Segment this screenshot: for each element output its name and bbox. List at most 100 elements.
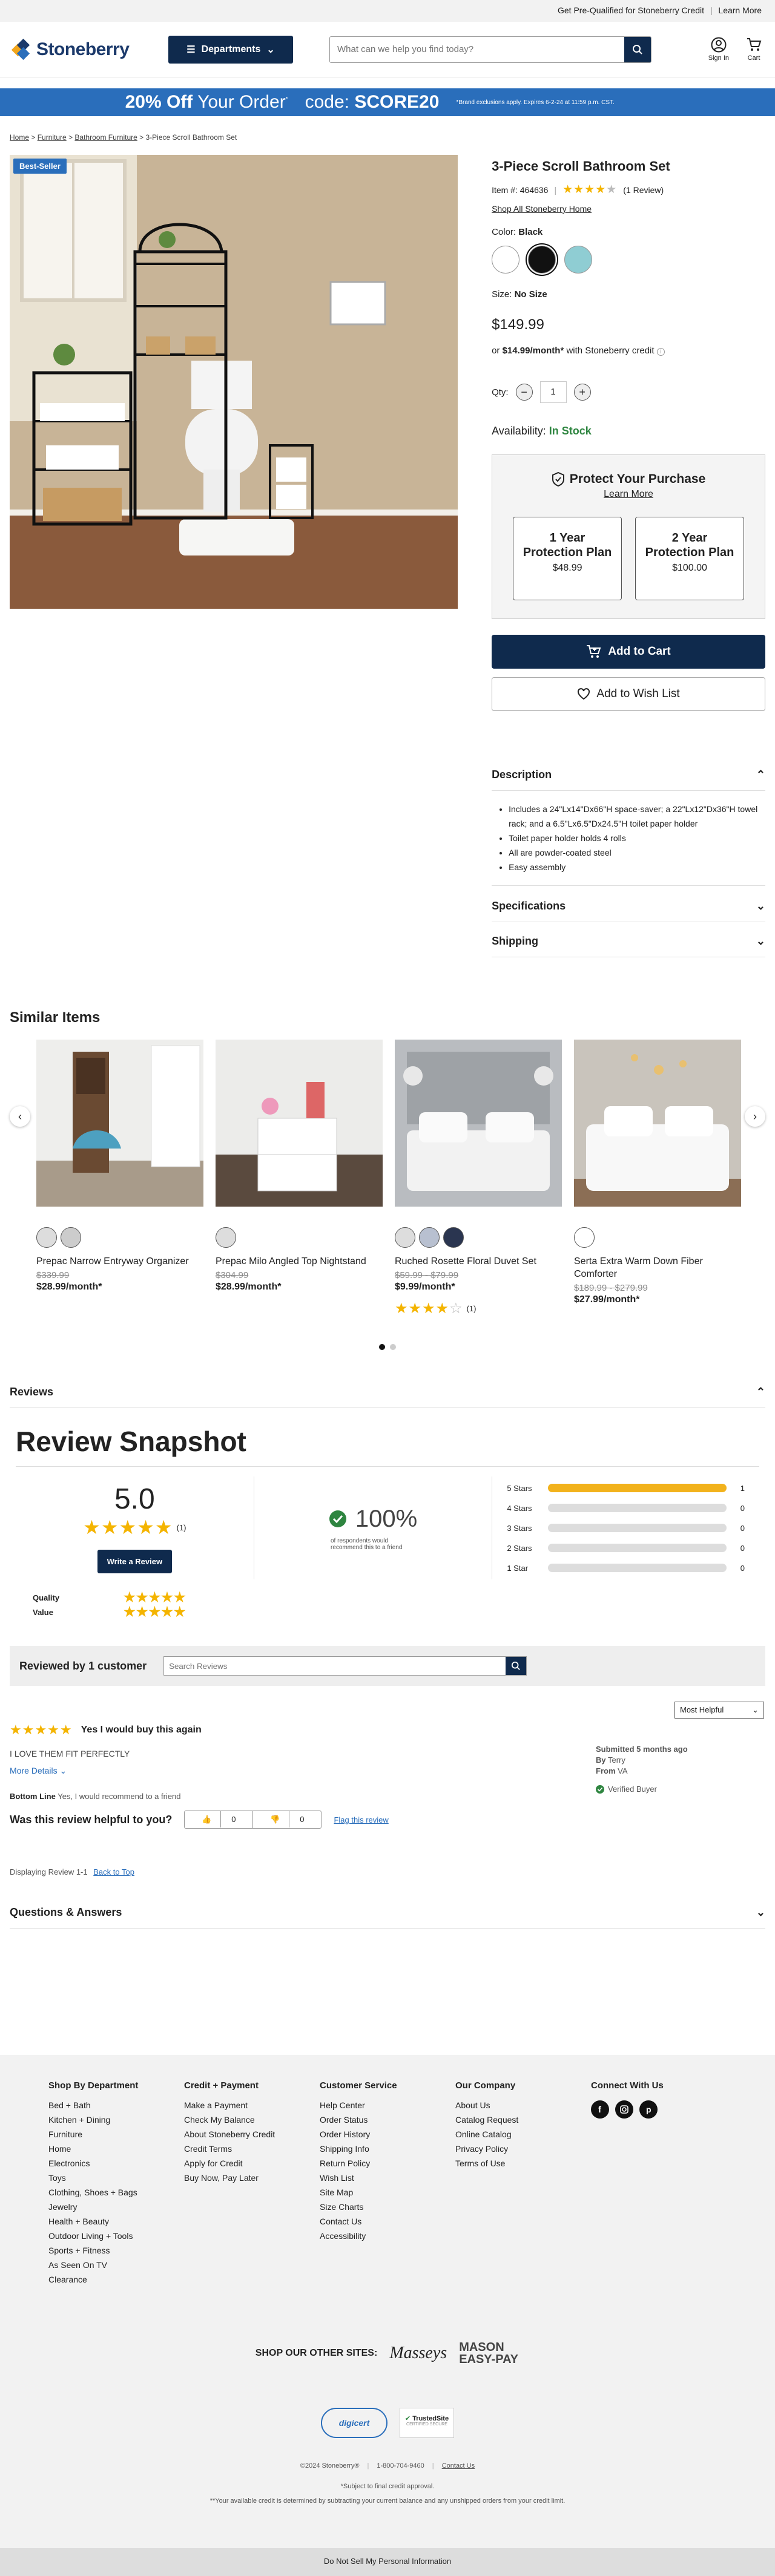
rating-row-5[interactable]: 5 Stars 1 — [507, 1478, 745, 1498]
breadcrumb-home[interactable]: Home — [10, 133, 29, 142]
footer-link[interactable]: Privacy Policy — [455, 2144, 591, 2154]
footer-link[interactable]: Buy Now, Pay Later — [184, 2173, 320, 2183]
rating-row-4[interactable]: 4 Stars 0 — [507, 1498, 745, 1518]
footer-link[interactable]: About Us — [455, 2100, 591, 2110]
footer-link[interactable]: Return Policy — [320, 2158, 455, 2168]
product-card-name[interactable]: Prepac Narrow Entryway Organizer — [36, 1255, 203, 1268]
logo[interactable]: Stoneberry — [11, 38, 159, 60]
signin-button[interactable]: Sign In — [708, 37, 729, 62]
add-to-cart-button[interactable]: Add to Cart — [492, 635, 765, 669]
swatch-white[interactable] — [492, 246, 520, 274]
qty-input[interactable]: 1 — [539, 381, 567, 403]
product-rating-stars[interactable]: ★★★★★ — [562, 183, 617, 197]
product-card[interactable]: Prepac Milo Angled Top Nightstand $304.9… — [216, 1040, 383, 1317]
footer-link[interactable]: Contact Us — [320, 2217, 455, 2226]
footer-link[interactable]: Accessibility — [320, 2231, 455, 2241]
thumbs-up-button[interactable]: 👍 0 — [185, 1811, 254, 1828]
shipping-toggle[interactable]: Shipping ⌄ — [492, 926, 765, 957]
footer-link[interactable]: Outdoor Living + Tools — [48, 2231, 184, 2241]
review-count-link[interactable]: (1 Review) — [623, 185, 664, 195]
do-not-sell-link[interactable]: Do Not Sell My Personal Information — [0, 2548, 775, 2576]
qty-increase-button[interactable]: + — [573, 384, 591, 401]
footer-link[interactable]: Apply for Credit — [184, 2158, 320, 2168]
footer-link[interactable]: Credit Terms — [184, 2144, 320, 2154]
footer-link[interactable]: Make a Payment — [184, 2100, 320, 2110]
carousel-dot[interactable] — [379, 1344, 385, 1350]
product-image[interactable]: Best-Seller — [10, 155, 458, 609]
digicert-badge[interactable]: digicert — [321, 2408, 388, 2438]
footer-link[interactable]: Health + Beauty — [48, 2217, 184, 2226]
product-card[interactable]: Serta Extra Warm Down Fiber Comforter $1… — [574, 1040, 741, 1317]
footer-link[interactable]: As Seen On TV — [48, 2260, 184, 2270]
sort-select[interactable]: Most Helpful ⌄ — [674, 1702, 764, 1719]
footer-link[interactable]: Wish List — [320, 2173, 455, 2183]
footer-link[interactable]: Sports + Fitness — [48, 2246, 184, 2255]
color-option[interactable] — [419, 1227, 440, 1248]
rating-row-2[interactable]: 2 Stars 0 — [507, 1538, 745, 1558]
thumbs-down-button[interactable]: 👎 0 — [253, 1811, 321, 1828]
footer-link[interactable]: Furniture — [48, 2129, 184, 2139]
qa-toggle[interactable]: Questions & Answers ⌄ — [10, 1897, 765, 1929]
cart-button[interactable]: Cart — [746, 37, 762, 62]
product-card-rating[interactable]: ★★★★☆ (1) — [395, 1300, 562, 1317]
qty-decrease-button[interactable]: − — [515, 384, 533, 401]
reviews-toggle[interactable]: Reviews ⌃ — [10, 1377, 765, 1408]
footer-link[interactable]: Order Status — [320, 2115, 455, 2125]
departments-button[interactable]: ☰ Departments ⌄ — [168, 35, 293, 64]
description-toggle[interactable]: Description ⌃ — [492, 759, 765, 791]
footer-link[interactable]: Electronics — [48, 2158, 184, 2168]
footer-link[interactable]: Kitchen + Dining — [48, 2115, 184, 2125]
footer-link[interactable]: Order History — [320, 2129, 455, 2139]
write-review-button[interactable]: Write a Review — [97, 1550, 173, 1573]
masseys-logo[interactable]: Masseys — [389, 2344, 447, 2363]
product-card-name[interactable]: Serta Extra Warm Down Fiber Comforter — [574, 1255, 741, 1280]
footer-link[interactable]: Toys — [48, 2173, 184, 2183]
carousel-dot[interactable] — [390, 1344, 396, 1350]
back-to-top-link[interactable]: Back to Top — [93, 1867, 134, 1876]
plan-1-year[interactable]: 1 Year Protection Plan $48.99 — [513, 517, 622, 600]
color-option[interactable] — [574, 1227, 595, 1248]
pinterest-icon[interactable]: p — [639, 2100, 658, 2119]
specifications-toggle[interactable]: Specifications ⌄ — [492, 891, 765, 922]
mason-easy-pay-logo[interactable]: MASON EASY-PAY — [459, 2341, 519, 2365]
facebook-icon[interactable]: f — [591, 2100, 609, 2119]
rating-row-3[interactable]: 3 Stars 0 — [507, 1518, 745, 1538]
footer-link[interactable]: Online Catalog — [455, 2129, 591, 2139]
color-option[interactable] — [216, 1227, 236, 1248]
breadcrumb-bathroom-furniture[interactable]: Bathroom Furniture — [74, 133, 137, 142]
instagram-icon[interactable] — [615, 2100, 633, 2119]
learn-more-link[interactable]: Learn More — [718, 5, 762, 15]
swatch-aqua[interactable] — [564, 246, 593, 274]
product-card[interactable]: Ruched Rosette Floral Duvet Set $59.99 -… — [395, 1040, 562, 1317]
carousel-prev-button[interactable]: ‹ — [10, 1106, 30, 1127]
breadcrumb-furniture[interactable]: Furniture — [38, 133, 67, 142]
footer-link[interactable]: Catalog Request — [455, 2115, 591, 2125]
carousel-next-button[interactable]: › — [745, 1106, 765, 1127]
trustedsite-badge[interactable]: ✔ TrustedSite CERTIFIED SECURE — [400, 2408, 454, 2438]
footer-link[interactable]: Home — [48, 2144, 184, 2154]
product-card-name[interactable]: Prepac Milo Angled Top Nightstand — [216, 1255, 383, 1268]
shop-all-link[interactable]: Shop All Stoneberry Home — [492, 204, 592, 214]
more-details-link[interactable]: More Details ⌄ — [10, 1766, 596, 1776]
footer-contact-link[interactable]: Contact Us — [442, 2462, 475, 2469]
product-card[interactable]: Prepac Narrow Entryway Organizer $339.99… — [36, 1040, 203, 1317]
color-option[interactable] — [443, 1227, 464, 1248]
protect-learn-more[interactable]: Learn More — [604, 489, 653, 499]
product-card-image[interactable] — [574, 1040, 741, 1207]
footer-link[interactable]: Bed + Bath — [48, 2100, 184, 2110]
footer-link[interactable]: Size Charts — [320, 2202, 455, 2212]
color-option[interactable] — [395, 1227, 415, 1248]
footer-link[interactable]: About Stoneberry Credit — [184, 2129, 320, 2139]
color-option[interactable] — [36, 1227, 57, 1248]
footer-link[interactable]: Site Map — [320, 2188, 455, 2197]
info-icon[interactable]: i — [656, 348, 665, 356]
product-card-image[interactable] — [395, 1040, 562, 1207]
footer-link[interactable]: Help Center — [320, 2100, 455, 2110]
footer-link[interactable]: Check My Balance — [184, 2115, 320, 2125]
product-card-name[interactable]: Ruched Rosette Floral Duvet Set — [395, 1255, 562, 1268]
footer-link[interactable]: Jewelry — [48, 2202, 184, 2212]
add-to-wishlist-button[interactable]: Add to Wish List — [492, 677, 765, 711]
review-search-input[interactable] — [164, 1657, 506, 1675]
footer-link[interactable]: Shipping Info — [320, 2144, 455, 2154]
prequal-link[interactable]: Get Pre-Qualified for Stoneberry Credit — [558, 5, 704, 15]
